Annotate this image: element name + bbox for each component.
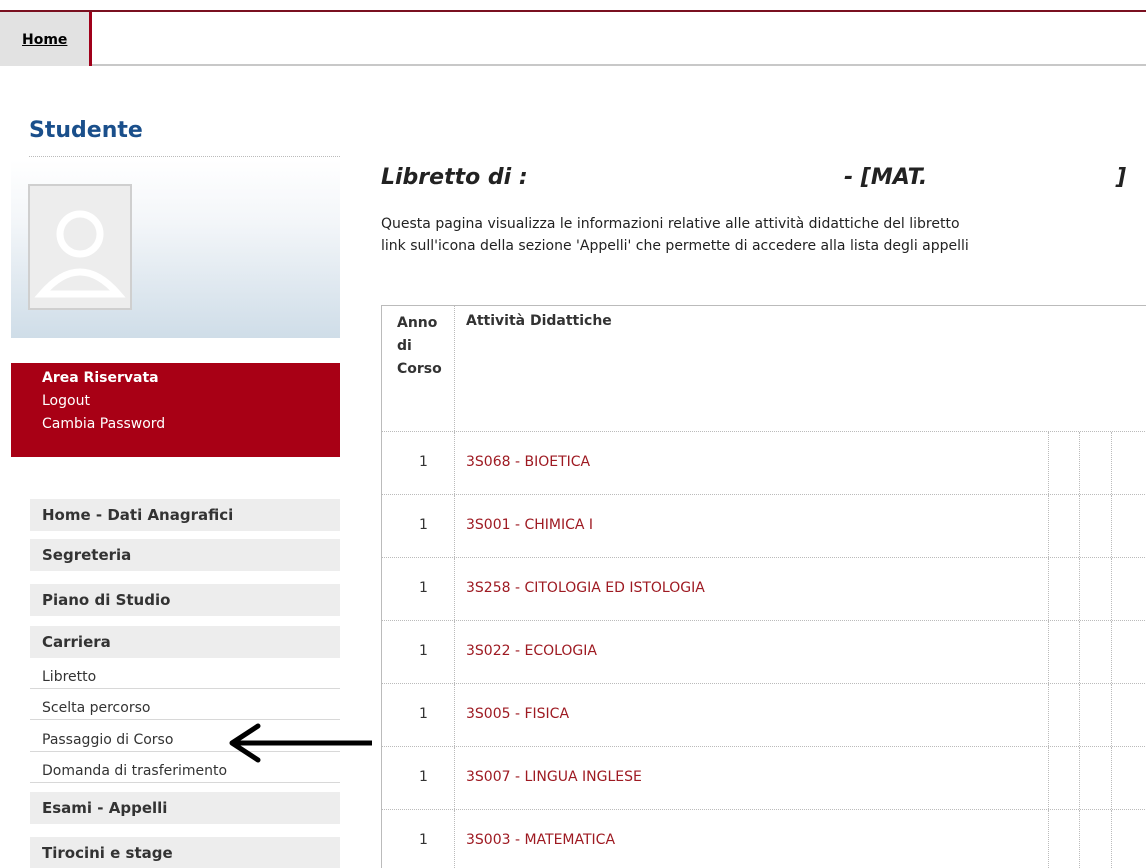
- menu-item-segreteria[interactable]: Segreteria: [30, 539, 340, 571]
- menu-item-label: Tirocini e stage: [42, 844, 173, 862]
- column-divider: [1079, 495, 1080, 557]
- submenu-item-domanda-di-trasferimento[interactable]: Domanda di trasferimento: [30, 761, 340, 783]
- column-divider: [1048, 810, 1049, 868]
- menu-item-esami-appelli[interactable]: Esami - Appelli: [30, 792, 340, 824]
- column-divider: [1048, 684, 1049, 746]
- column-divider: [1048, 621, 1049, 683]
- page-title-close-bracket: ]: [1116, 165, 1127, 190]
- column-divider: [1079, 747, 1080, 809]
- logout-link[interactable]: Logout: [42, 393, 90, 409]
- menu-item-home-dati-anagrafici[interactable]: Home - Dati Anagrafici: [30, 499, 340, 531]
- year-value: 1: [419, 706, 428, 722]
- year-value: 1: [419, 769, 428, 785]
- menu-item-carriera[interactable]: Carriera: [30, 626, 340, 658]
- table-row: 1 3S007 - LINGUA INGLESE: [381, 747, 1146, 810]
- activity-link[interactable]: 3S068 - BIOETICA: [466, 454, 590, 470]
- column-divider: [1111, 432, 1112, 494]
- column-divider: [1079, 432, 1080, 494]
- table-row: 1 3S003 - MATEMATICA: [381, 810, 1146, 868]
- year-cell: 1: [381, 558, 455, 620]
- year-cell: 1: [381, 621, 455, 683]
- table-row: 1 3S022 - ECOLOGIA: [381, 621, 1146, 684]
- column-header-label: Anno di Corso: [397, 315, 442, 377]
- year-cell: 1: [381, 495, 455, 557]
- year-value: 1: [419, 580, 428, 596]
- year-cell: 1: [381, 684, 455, 746]
- sidebar-title: Studente: [29, 118, 143, 143]
- intro-text-line-1: Questa pagina visualizza le informazioni…: [381, 216, 960, 232]
- menu-item-tirocini-e-stage[interactable]: Tirocini e stage: [30, 837, 340, 868]
- submenu-item-label: Domanda di trasferimento: [42, 763, 228, 779]
- column-divider: [1079, 621, 1080, 683]
- reserved-area-title: Area Riservata: [42, 370, 159, 386]
- table-row: 1 3S068 - BIOETICA: [381, 432, 1146, 495]
- nav-home-tab[interactable]: Home: [0, 12, 92, 66]
- column-divider: [1111, 621, 1112, 683]
- submenu-item-scelta-percorso[interactable]: Scelta percorso: [30, 698, 340, 720]
- column-divider: [1111, 558, 1112, 620]
- column-divider: [1048, 432, 1049, 494]
- menu-item-label: Piano di Studio: [42, 591, 171, 609]
- column-divider: [1048, 747, 1049, 809]
- menu-item-piano-di-studio[interactable]: Piano di Studio: [30, 584, 340, 616]
- page-title: Libretto di :: [381, 165, 528, 190]
- table-row: 1 3S258 - CITOLOGIA ED ISTOLOGIA: [381, 558, 1146, 621]
- year-value: 1: [419, 517, 428, 533]
- column-divider: [1111, 810, 1112, 868]
- submenu-item-label: Libretto: [42, 669, 97, 685]
- column-divider: [1079, 810, 1080, 868]
- activity-link[interactable]: 3S005 - FISICA: [466, 706, 569, 722]
- table-row: 1 3S001 - CHIMICA I: [381, 495, 1146, 558]
- column-header-anno-di-corso: Anno di Corso: [381, 305, 455, 431]
- activity-link[interactable]: 3S001 - CHIMICA I: [466, 517, 593, 533]
- user-silhouette-icon: [28, 184, 132, 310]
- activity-link[interactable]: 3S007 - LINGUA INGLESE: [466, 769, 642, 785]
- menu-item-label: Segreteria: [42, 546, 132, 564]
- submenu-item-libretto[interactable]: Libretto: [30, 667, 340, 689]
- year-cell: 1: [381, 810, 455, 868]
- column-divider: [1048, 558, 1049, 620]
- change-password-link[interactable]: Cambia Password: [42, 416, 165, 432]
- column-divider: [1111, 495, 1112, 557]
- submenu-item-label: Scelta percorso: [42, 700, 151, 716]
- column-divider: [1111, 684, 1112, 746]
- table-row: 1 3S005 - FISICA: [381, 684, 1146, 747]
- year-cell: 1: [381, 747, 455, 809]
- year-cell: 1: [381, 432, 455, 494]
- page-title-matricola: - [MAT.: [844, 165, 928, 190]
- year-value: 1: [419, 454, 428, 470]
- column-divider: [1079, 558, 1080, 620]
- activity-link[interactable]: 3S258 - CITOLOGIA ED ISTOLOGIA: [466, 580, 705, 596]
- menu-item-label: Esami - Appelli: [42, 799, 168, 817]
- column-divider: [1111, 747, 1112, 809]
- submenu-item-label: Passaggio di Corso: [42, 732, 174, 748]
- nav-home-label[interactable]: Home: [22, 32, 67, 48]
- activity-link[interactable]: 3S022 - ECOLOGIA: [466, 643, 597, 659]
- top-nav-bar: [0, 12, 1146, 66]
- left-arrow-icon: [229, 723, 372, 763]
- menu-item-label: Home - Dati Anagrafici: [42, 506, 234, 524]
- column-header-attivita-didattiche: Attività Didattiche: [466, 313, 612, 329]
- activity-link[interactable]: 3S003 - MATEMATICA: [466, 832, 615, 848]
- year-value: 1: [419, 832, 428, 848]
- column-divider: [1048, 495, 1049, 557]
- sidebar-title-divider: [29, 156, 340, 157]
- menu-item-label: Carriera: [42, 633, 111, 651]
- column-divider: [1079, 684, 1080, 746]
- year-value: 1: [419, 643, 428, 659]
- intro-text-line-2: link sull'icona della sezione 'Appelli' …: [381, 238, 969, 254]
